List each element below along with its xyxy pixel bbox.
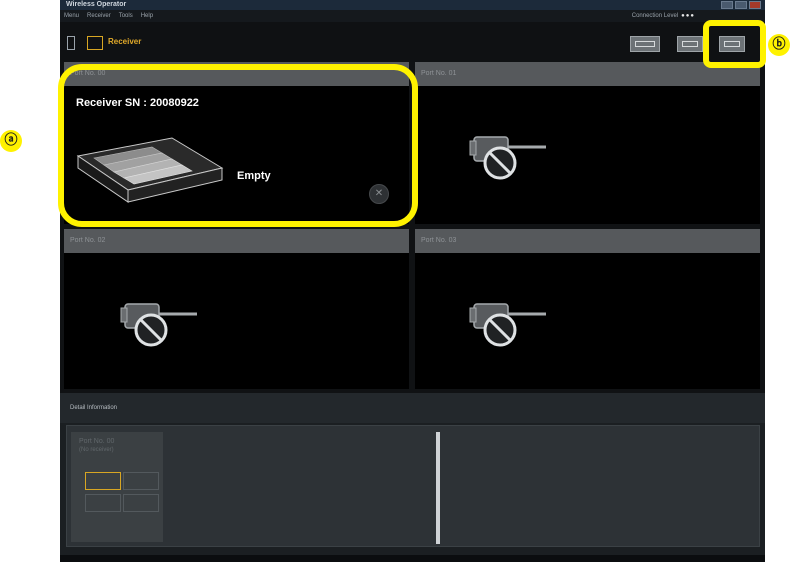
camera-disconnected-icon [469,136,546,180]
port-panel-01[interactable]: Port No. 01 [415,62,760,224]
detail-information-body: Port No. 00 (No receiver) [66,425,760,547]
camera-disconnected-icon [469,303,546,347]
detail-state-label: (No receiver) [79,447,114,453]
callout-a: ⓐ [0,130,22,152]
detail-port-summary: Port No. 00 (No receiver) [71,432,163,542]
status-bar [60,555,765,562]
panel-toggle-icon[interactable] [67,36,75,50]
port-panel-03[interactable]: Port No. 03 [415,229,760,389]
connection-level-label: Connection Level [631,13,679,19]
menu-item-receiver[interactable]: Receiver [87,10,111,22]
window-controls [721,1,761,9]
receiver-icon [87,36,103,50]
toolbar: Receiver [60,22,765,62]
port-thumb-03[interactable] [123,494,159,512]
connection-level: Connection Level ●●● [632,10,695,22]
port-panel-header: Port No. 03 [415,229,760,253]
port-thumb-01[interactable] [123,472,159,490]
highlight-frame-b [703,20,766,68]
splitter-handle[interactable] [436,432,440,544]
toolbar-title: Receiver [108,37,142,46]
window-title: Wireless Operator [66,1,127,8]
highlight-frame-a [58,64,418,227]
add-receiver-button[interactable] [630,36,660,52]
camera-disconnected-icon [120,303,197,347]
menu-item-help[interactable]: Help [141,10,153,22]
detail-information-area: Detail Information Port No. 00 (No recei… [60,393,765,555]
menu-item-tools[interactable]: Tools [119,10,133,22]
close-window-button[interactable] [749,1,761,9]
detail-port-label: Port No. 00 [79,438,115,445]
menu-item-menu[interactable]: Menu [64,10,79,22]
port-panel-header: Port No. 02 [64,229,409,253]
screenshot-stage: Wireless Operator Menu Receiver Tools He… [0,0,792,562]
port-thumb-00[interactable] [85,472,121,490]
callout-b: ⓑ [768,34,790,56]
port-panel-02[interactable]: Port No. 02 [64,229,409,389]
port-thumb-02[interactable] [85,494,121,512]
minimize-button[interactable] [721,1,733,9]
detail-information-title: Detail Information [60,393,765,423]
title-bar: Wireless Operator [60,0,765,10]
connection-level-dots: ●●● [681,13,695,19]
maximize-button[interactable] [735,1,747,9]
list-view-button[interactable] [677,36,703,52]
